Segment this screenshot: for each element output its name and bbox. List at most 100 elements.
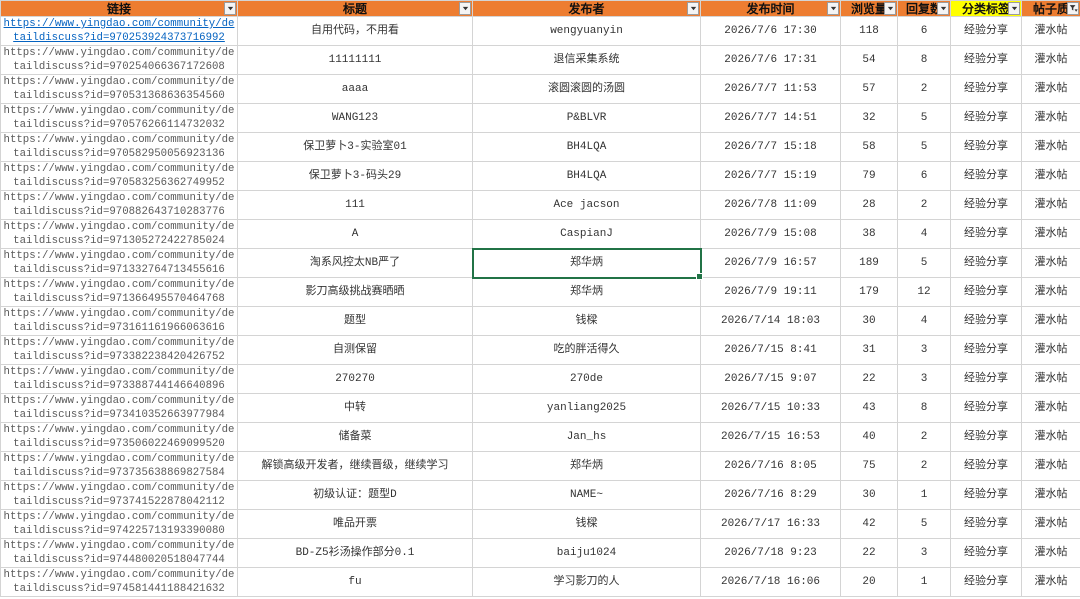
publisher-cell[interactable]: baiju1024 [472,538,701,568]
time-cell[interactable]: 2026/7/14 18:03 [700,306,841,336]
title-cell[interactable]: 保卫萝卜3-实验室01 [237,132,473,162]
replies-cell[interactable]: 12 [897,277,951,307]
link-cell[interactable]: https://www.yingdao.com/community/detail… [0,190,238,220]
title-cell[interactable]: 11111111 [237,45,473,75]
category-cell[interactable]: 经验分享 [950,161,1022,191]
replies-cell[interactable]: 3 [897,538,951,568]
quality-cell[interactable]: 灌水帖 [1021,364,1080,394]
views-cell[interactable]: 179 [840,277,898,307]
quality-cell[interactable]: 灌水帖 [1021,277,1080,307]
title-cell[interactable]: A [237,219,473,249]
link-cell[interactable]: https://www.yingdao.com/community/detail… [0,277,238,307]
quality-cell[interactable]: 灌水帖 [1021,538,1080,568]
title-cell[interactable]: fu [237,567,473,597]
publisher-cell[interactable]: 钱樑 [472,306,701,336]
views-cell[interactable]: 38 [840,219,898,249]
category-cell[interactable]: 经验分享 [950,451,1022,481]
category-cell[interactable]: 经验分享 [950,45,1022,75]
replies-cell[interactable]: 8 [897,45,951,75]
views-cell[interactable]: 58 [840,132,898,162]
link-cell[interactable]: https://www.yingdao.com/community/detail… [0,451,238,481]
link-cell[interactable]: https://www.yingdao.com/community/detail… [0,480,238,510]
filter-dropdown-button[interactable] [827,2,839,15]
column-header-publisher[interactable]: 发布者 [472,0,701,17]
quality-cell[interactable]: 灌水帖 [1021,248,1080,278]
replies-cell[interactable]: 2 [897,190,951,220]
link-cell[interactable]: https://www.yingdao.com/community/detail… [0,335,238,365]
category-cell[interactable]: 经验分享 [950,393,1022,423]
views-cell[interactable]: 42 [840,509,898,539]
link-cell[interactable]: https://www.yingdao.com/community/detail… [0,306,238,336]
views-cell[interactable]: 79 [840,161,898,191]
link-cell[interactable]: https://www.yingdao.com/community/detail… [0,509,238,539]
link-cell[interactable]: https://www.yingdao.com/community/detail… [0,393,238,423]
time-cell[interactable]: 2026/7/18 9:23 [700,538,841,568]
filter-dropdown-button[interactable] [1008,2,1020,15]
title-cell[interactable]: BD-Z5衫汤操作部分0.1 [237,538,473,568]
publisher-cell[interactable]: 钱樑 [472,509,701,539]
quality-cell[interactable]: 灌水帖 [1021,190,1080,220]
quality-cell[interactable]: 灌水帖 [1021,335,1080,365]
title-cell[interactable]: aaaa [237,74,473,104]
views-cell[interactable]: 20 [840,567,898,597]
column-header-replies[interactable]: 回复数 [897,0,951,17]
publisher-cell[interactable]: 郑华炳 [472,277,701,307]
title-cell[interactable]: 储备菜 [237,422,473,452]
time-cell[interactable]: 2026/7/7 15:18 [700,132,841,162]
title-cell[interactable]: 初级认证：题型D [237,480,473,510]
category-cell[interactable]: 经验分享 [950,190,1022,220]
category-cell[interactable]: 经验分享 [950,219,1022,249]
publisher-cell[interactable]: CaspianJ [472,219,701,249]
fill-handle[interactable] [696,273,703,280]
time-cell[interactable]: 2026/7/15 10:33 [700,393,841,423]
column-header-time[interactable]: 发布时间 [700,0,841,17]
replies-cell[interactable]: 5 [897,132,951,162]
category-cell[interactable]: 经验分享 [950,132,1022,162]
publisher-cell[interactable]: 学习影刀的人 [472,567,701,597]
views-cell[interactable]: 32 [840,103,898,133]
time-cell[interactable]: 2026/7/9 15:08 [700,219,841,249]
category-cell[interactable]: 经验分享 [950,74,1022,104]
publisher-cell[interactable]: 吃的胖活得久 [472,335,701,365]
title-cell[interactable]: 解锁高级开发者，继续晋级，继续学习 [237,451,473,481]
replies-cell[interactable]: 2 [897,422,951,452]
title-cell[interactable]: 唯品开票 [237,509,473,539]
quality-cell[interactable]: 灌水帖 [1021,422,1080,452]
replies-cell[interactable]: 5 [897,248,951,278]
time-cell[interactable]: 2026/7/9 16:57 [700,248,841,278]
replies-cell[interactable]: 2 [897,74,951,104]
time-cell[interactable]: 2026/7/15 9:07 [700,364,841,394]
publisher-cell[interactable]: BH4LQA [472,161,701,191]
replies-cell[interactable]: 2 [897,451,951,481]
filter-dropdown-button[interactable] [224,2,236,15]
category-cell[interactable]: 经验分享 [950,16,1022,46]
category-cell[interactable]: 经验分享 [950,277,1022,307]
filter-dropdown-button[interactable] [884,2,896,15]
filter-dropdown-button[interactable] [459,2,471,15]
link-cell[interactable]: https://www.yingdao.com/community/detail… [0,132,238,162]
publisher-cell[interactable]: wengyuanyin [472,16,701,46]
title-cell[interactable]: 自用代码，不用看 [237,16,473,46]
views-cell[interactable]: 57 [840,74,898,104]
column-header-link[interactable]: 链接 [0,0,238,17]
category-cell[interactable]: 经验分享 [950,364,1022,394]
quality-cell[interactable]: 灌水帖 [1021,161,1080,191]
quality-cell[interactable]: 灌水帖 [1021,393,1080,423]
quality-cell[interactable]: 灌水帖 [1021,480,1080,510]
replies-cell[interactable]: 4 [897,219,951,249]
publisher-cell[interactable]: 滚圆滚圆的汤圆 [472,74,701,104]
views-cell[interactable]: 118 [840,16,898,46]
replies-cell[interactable]: 4 [897,306,951,336]
title-cell[interactable]: 影刀高级挑战赛晒晒 [237,277,473,307]
views-cell[interactable]: 30 [840,306,898,336]
time-cell[interactable]: 2026/7/18 16:06 [700,567,841,597]
publisher-cell[interactable]: yanliang2025 [472,393,701,423]
quality-cell[interactable]: 灌水帖 [1021,132,1080,162]
time-cell[interactable]: 2026/7/17 16:33 [700,509,841,539]
title-cell[interactable]: 淘系风控太NB严了 [237,248,473,278]
quality-cell[interactable]: 灌水帖 [1021,306,1080,336]
link-cell[interactable]: https://www.yingdao.com/community/detail… [0,538,238,568]
time-cell[interactable]: 2026/7/9 19:11 [700,277,841,307]
filter-dropdown-button[interactable] [1067,2,1079,15]
quality-cell[interactable]: 灌水帖 [1021,567,1080,597]
